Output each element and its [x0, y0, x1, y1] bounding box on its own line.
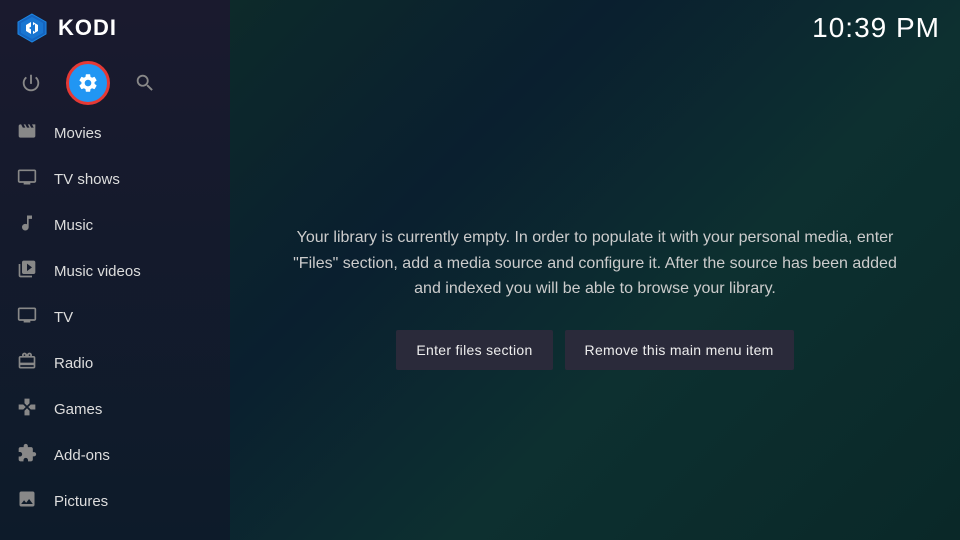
app-title: KODI — [58, 15, 117, 41]
clock-display: 10:39 PM — [812, 12, 940, 44]
musicvideos-icon — [16, 259, 38, 284]
tvshows-icon — [16, 167, 38, 192]
tv-icon — [16, 305, 38, 330]
sidebar-item-movies[interactable]: Movies — [0, 110, 230, 156]
kodi-logo-icon: ⬡ — [16, 12, 48, 44]
sidebar-item-games[interactable]: Games — [0, 386, 230, 432]
sidebar-item-musicvideos[interactable]: Music videos — [0, 248, 230, 294]
sidebar-tv-label: TV — [54, 309, 73, 326]
enter-files-button[interactable]: Enter files section — [396, 330, 552, 370]
sidebar-nav: Movies TV shows Music Music videos — [0, 110, 230, 540]
remove-menu-item-button[interactable]: Remove this main menu item — [565, 330, 794, 370]
power-icon — [20, 72, 42, 94]
sidebar-item-tvshows[interactable]: TV shows — [0, 156, 230, 202]
sidebar-movies-label: Movies — [54, 125, 102, 142]
search-icon — [134, 72, 156, 94]
games-icon — [16, 397, 38, 422]
top-bar: 10:39 PM — [230, 0, 960, 55]
settings-button[interactable] — [66, 61, 110, 105]
sidebar-music-label: Music — [54, 217, 93, 234]
pictures-icon — [16, 489, 38, 514]
sidebar-item-tv[interactable]: TV — [0, 294, 230, 340]
sidebar-item-radio[interactable]: Radio — [0, 340, 230, 386]
search-button[interactable] — [130, 68, 160, 98]
sidebar-musicvideos-label: Music videos — [54, 263, 141, 280]
sidebar-addons-label: Add-ons — [54, 447, 110, 464]
settings-icon — [77, 72, 99, 94]
library-empty-message: Your library is currently empty. In orde… — [290, 225, 900, 302]
radio-icon — [16, 351, 38, 376]
sidebar-tvshows-label: TV shows — [54, 171, 120, 188]
sidebar-games-label: Games — [54, 401, 102, 418]
sidebar-radio-label: Radio — [54, 355, 93, 372]
sidebar-item-addons[interactable]: Add-ons — [0, 432, 230, 478]
power-button[interactable] — [16, 68, 46, 98]
content-center: Your library is currently empty. In orde… — [230, 55, 960, 540]
sidebar-item-music[interactable]: Music — [0, 202, 230, 248]
addons-icon — [16, 443, 38, 468]
sidebar-item-pictures[interactable]: Pictures — [0, 478, 230, 524]
sidebar: ⬡ KODI — [0, 0, 230, 540]
movies-icon — [16, 121, 38, 146]
sidebar-icon-row — [0, 55, 230, 110]
music-icon — [16, 213, 38, 238]
action-buttons: Enter files section Remove this main men… — [396, 330, 793, 370]
sidebar-pictures-label: Pictures — [54, 493, 108, 510]
sidebar-header: ⬡ KODI — [0, 0, 230, 55]
main-content: 10:39 PM Your library is currently empty… — [230, 0, 960, 540]
